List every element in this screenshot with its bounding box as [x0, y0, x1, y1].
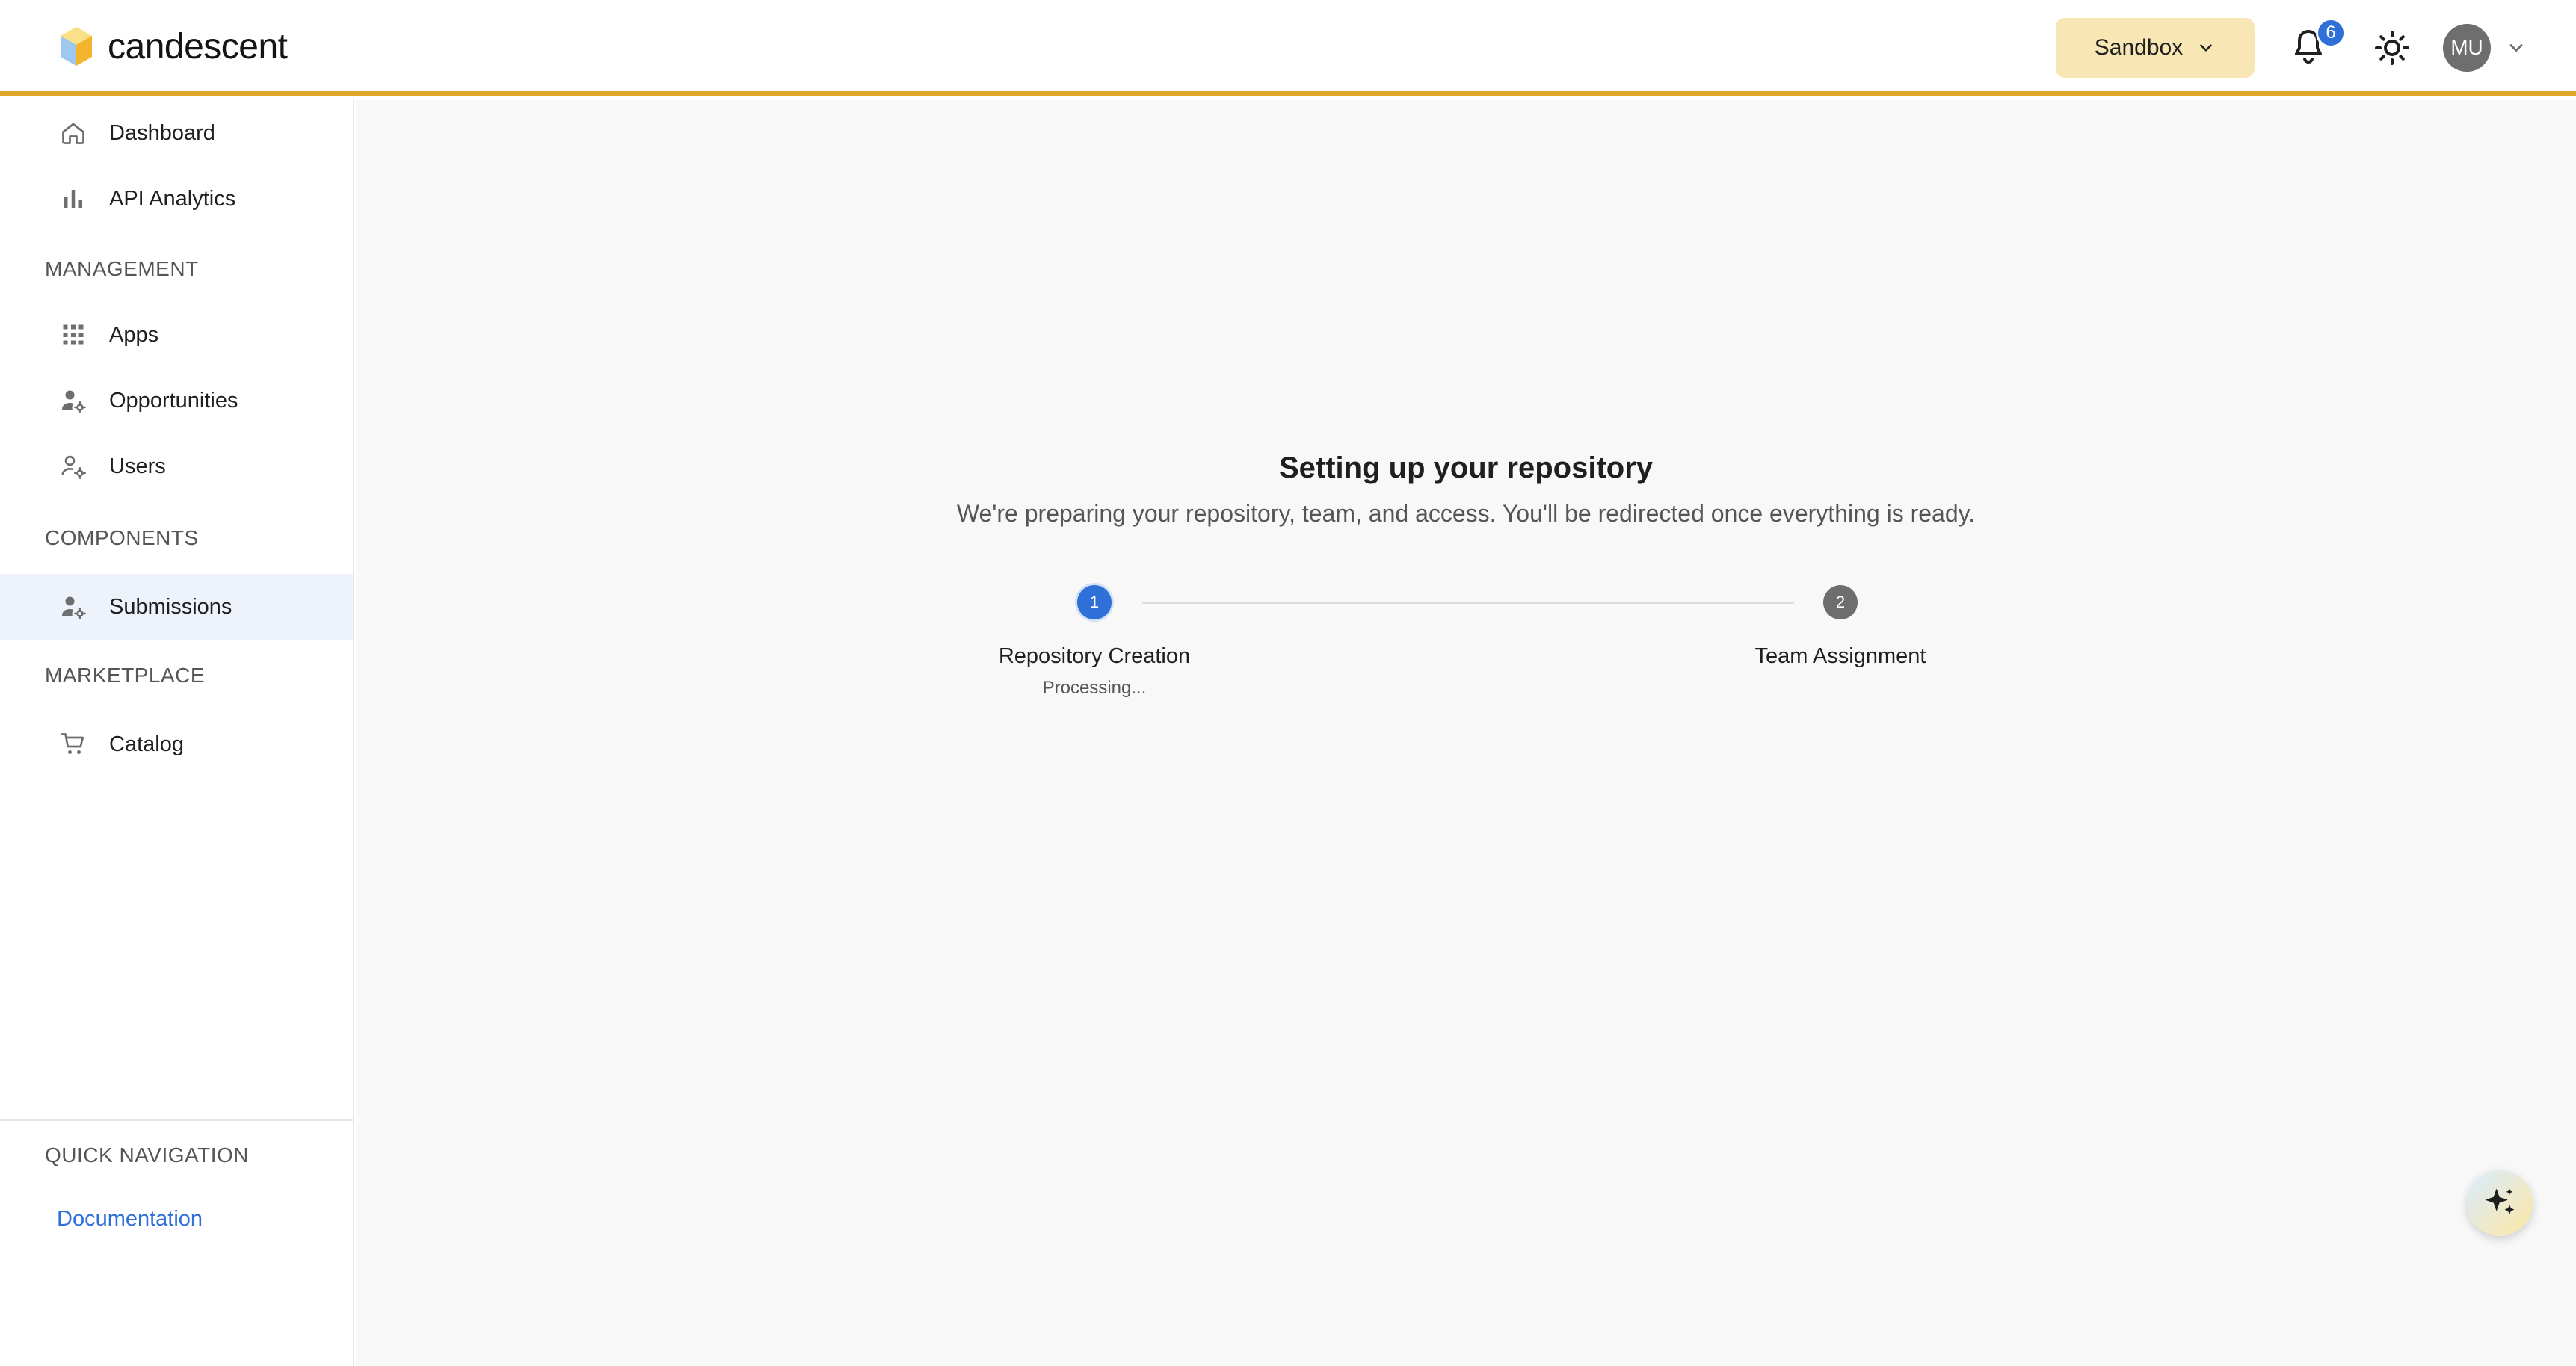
top-header: candescent Sandbox 6 MU — [0, 0, 2576, 96]
bar-chart-icon — [64, 190, 82, 208]
sun-icon[interactable] — [2374, 30, 2410, 66]
main-content: Setting up your repository We're prepari… — [356, 100, 2576, 1366]
notification-badge: 6 — [2316, 18, 2346, 48]
sidebar-item-users[interactable]: Users — [0, 433, 353, 499]
step-label-team-assignment: Team Assignment — [1754, 644, 1926, 668]
sidebar-item-catalog[interactable]: Catalog — [0, 711, 353, 777]
sparkle-icon — [2485, 1188, 2515, 1215]
stepper-connector — [1142, 602, 1794, 604]
sidebar-item-label: Dashboard — [109, 120, 215, 145]
chevron-down-icon[interactable] — [2506, 37, 2527, 58]
sidebar-item-label: API Analytics — [109, 186, 236, 211]
section-title-components: COMPONENTS — [45, 526, 199, 549]
sidebar: Dashboard API Analytics MANAGEMENT Apps — [0, 100, 354, 1366]
ai-assistant-button[interactable] — [2467, 1170, 2533, 1236]
step-status: Processing... — [1042, 678, 1147, 698]
app-root: candescent Sandbox 6 MU Dashboard API An… — [0, 0, 2576, 1366]
section-title-quick-navigation: QUICK NAVIGATION — [45, 1143, 249, 1166]
sidebar-item-apps[interactable]: Apps — [0, 302, 353, 368]
user-avatar[interactable]: MU — [2443, 24, 2491, 72]
step-indicator-2: 2 — [1823, 585, 1858, 619]
user-gear-icon — [62, 390, 86, 413]
sidebar-item-api-analytics[interactable]: API Analytics — [0, 166, 353, 232]
sidebar-item-opportunities[interactable]: Opportunities — [0, 368, 353, 433]
user-gear-icon — [62, 596, 86, 619]
user-gear-outline-icon — [61, 455, 86, 479]
step-indicator-1: 1 — [1077, 585, 1112, 619]
section-title-marketplace: MARKETPLACE — [45, 664, 205, 687]
sidebar-item-dashboard[interactable]: Dashboard — [0, 100, 353, 166]
sidebar-item-label: Apps — [109, 322, 159, 347]
documentation-link[interactable]: Documentation — [57, 1207, 203, 1231]
sidebar-item-submissions[interactable]: Submissions — [0, 574, 353, 640]
grid-icon — [63, 324, 84, 345]
chevron-down-icon — [2200, 44, 2213, 52]
section-title-management: MANAGEMENT — [45, 257, 199, 280]
step-label-repository-creation: Repository Creation — [998, 644, 1191, 668]
environment-label: Sandbox — [2094, 35, 2184, 60]
brand-name: candescent — [108, 26, 288, 67]
sidebar-item-label: Submissions — [109, 594, 232, 619]
candescent-logo-icon — [61, 27, 92, 66]
page-title: Setting up your repository — [1278, 451, 1654, 484]
brand-logo[interactable]: candescent — [58, 25, 288, 67]
page-subtitle: We're preparing your repository, team, a… — [956, 500, 1976, 527]
sidebar-item-label: Catalog — [109, 732, 184, 756]
sidebar-divider — [0, 1119, 353, 1121]
sidebar-item-label: Users — [109, 454, 166, 478]
environment-dropdown[interactable]: Sandbox — [2056, 18, 2255, 78]
cart-icon — [61, 733, 84, 755]
home-icon — [62, 123, 84, 144]
sidebar-item-label: Opportunities — [109, 388, 238, 412]
